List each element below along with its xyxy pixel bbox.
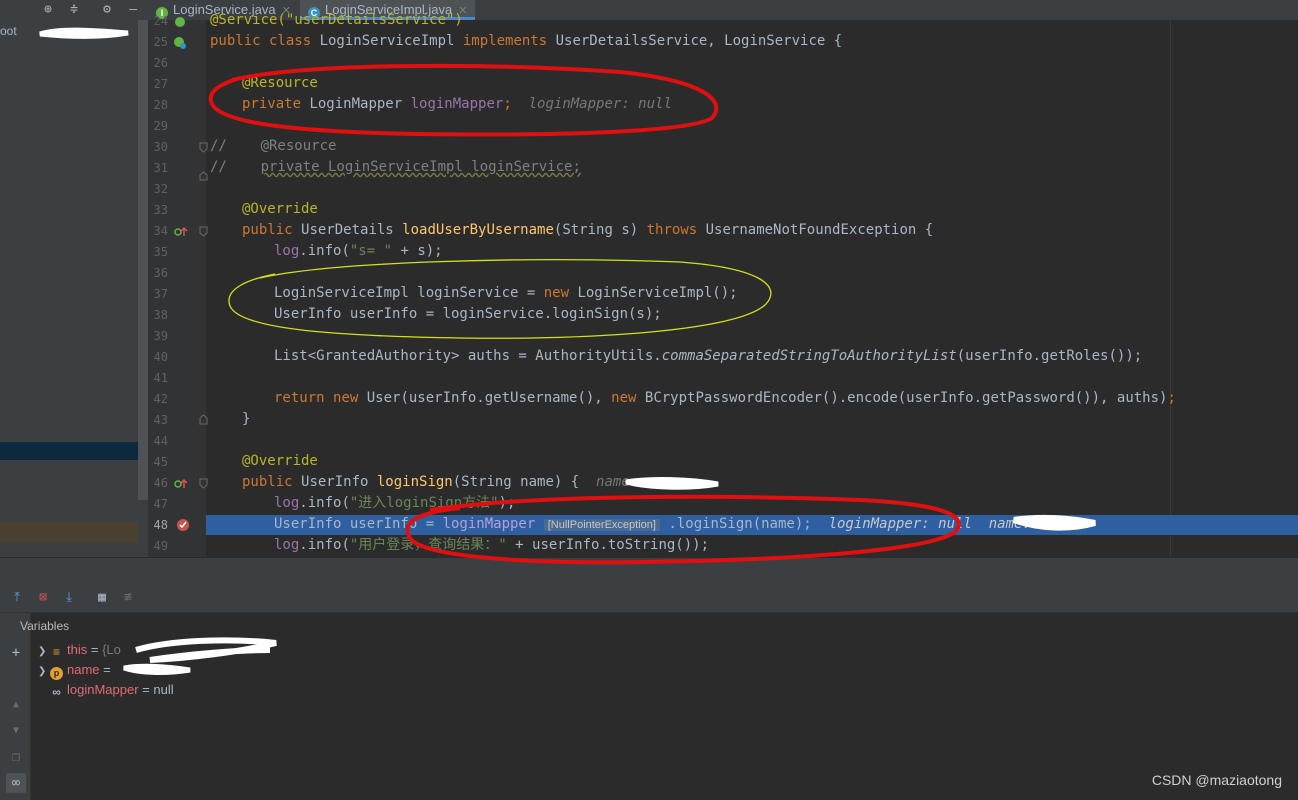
collapse-all-icon[interactable]: ≑: [64, 0, 84, 20]
project-scrollbar-track: [138, 500, 148, 557]
inline-value-hint: loginMapper: null: [528, 96, 672, 112]
line-number: 35: [153, 245, 168, 259]
move-down-icon[interactable]: ▼: [6, 721, 26, 741]
evaluate-expression-icon[interactable]: ▦: [93, 589, 111, 607]
line-number: 34: [153, 224, 168, 238]
code-line-28: private LoginMapper loginMapper; loginMa…: [242, 96, 672, 112]
right-margin-guide: [1170, 20, 1171, 557]
line-number: 32: [153, 182, 168, 196]
watch-glasses-icon: ∞: [52, 685, 61, 699]
inline-value-hint: loginMapper: null: [828, 516, 972, 532]
line-number: 26: [153, 56, 168, 70]
project-toolbar: ⊕ ≑ ⚙ —: [0, 0, 148, 20]
line-number-current: 48: [153, 518, 168, 532]
expand-chevron-icon[interactable]: ❯: [38, 663, 50, 681]
line-number: 45: [153, 455, 168, 469]
line-number: 29: [153, 119, 168, 133]
line-number: 30: [153, 140, 168, 154]
variable-row-this[interactable]: ❯ ≡ this = {Lo: [38, 641, 121, 659]
parameter-icon: p: [50, 667, 63, 680]
code-line-40: List<GrantedAuthority> auths = Authority…: [274, 348, 1143, 364]
trace-icon[interactable]: ≢: [119, 589, 137, 607]
glasses-icon[interactable]: ∞: [6, 773, 26, 793]
code-line-46: public UserInfo loginSign(String name) {…: [242, 474, 647, 490]
line-number: 41: [153, 371, 168, 385]
expand-chevron-icon[interactable]: ❯: [38, 643, 50, 661]
line-number: 38: [153, 308, 168, 322]
code-line-35: log.info("s= " + s);: [274, 243, 443, 259]
gear-icon[interactable]: ⚙: [97, 0, 117, 20]
code-line-25: public class LoginServiceImpl implements…: [210, 33, 843, 49]
code-line-37: LoginServiceImpl loginService = new Logi…: [274, 285, 738, 301]
line-number: 31: [153, 161, 168, 175]
breakpoint-icon[interactable]: [176, 518, 190, 532]
exception-hint-badge: [NullPointerException]: [543, 519, 660, 531]
inline-value-hint: name:: [596, 474, 647, 490]
code-line-43: }: [242, 411, 251, 427]
code-line-30: // @Resource: [210, 138, 337, 154]
run-to-cursor-icon[interactable]: ⤓: [60, 589, 78, 607]
line-number: 36: [153, 266, 168, 280]
locate-icon[interactable]: ⊕: [38, 0, 58, 20]
line-number: 44: [153, 434, 168, 448]
project-row[interactable]: [0, 522, 146, 542]
line-number: 27: [153, 77, 168, 91]
line-number: 42: [153, 392, 168, 406]
inline-value-hint: name:: [988, 516, 1040, 532]
code-line-45: @Override: [242, 453, 318, 469]
fold-icon[interactable]: [199, 414, 209, 426]
line-number: 47: [153, 497, 168, 511]
variable-row-name[interactable]: ❯ p name =: [38, 661, 111, 681]
line-number: 24: [153, 14, 168, 28]
variable-row-loginmapper[interactable]: ∞ loginMapper = null: [38, 681, 173, 699]
line-number: 28: [153, 98, 168, 112]
project-selected-row[interactable]: [0, 442, 146, 460]
code-line-34: public UserDetails loadUserByUsername(St…: [242, 222, 934, 238]
drop-frame-icon[interactable]: ⊠: [34, 589, 52, 607]
code-line-33: @Override: [242, 201, 318, 217]
line-number: 39: [153, 329, 168, 343]
code-line-38: UserInfo userInfo = loginService.loginSi…: [274, 306, 662, 322]
fold-icon[interactable]: [199, 478, 209, 490]
line-number: 37: [153, 287, 168, 301]
project-root-label[interactable]: oot: [0, 24, 17, 38]
line-number: 33: [153, 203, 168, 217]
move-up-icon[interactable]: ▲: [6, 695, 26, 715]
variables-title: Variables: [20, 619, 70, 633]
watermark: CSDN @maziaotong: [1151, 772, 1282, 788]
code-line-42: return new User(userInfo.getUsername(), …: [274, 390, 1176, 406]
duplicate-icon[interactable]: ❐: [6, 747, 26, 767]
line-number: 25: [153, 35, 168, 49]
debug-toolbar: ⤒ ⊠ ⤓ ▦ ≢: [0, 585, 1298, 613]
fold-icon[interactable]: [199, 141, 209, 181]
object-icon: ≡: [52, 645, 60, 659]
minimize-icon[interactable]: —: [123, 0, 143, 20]
debug-side-toolbar: + ▲ ▼ ❐ ∞: [0, 613, 31, 800]
code-line-27: @Resource: [242, 75, 318, 91]
line-number: 49: [153, 539, 168, 553]
add-watch-icon[interactable]: +: [6, 643, 26, 663]
debug-header-bar: [0, 557, 1298, 585]
variables-panel[interactable]: [31, 613, 1298, 800]
implements-icon[interactable]: [174, 478, 188, 490]
code-line-47: log.info("进入loginSign方法");: [274, 495, 516, 511]
code-line-49: log.info("用户登录，查询结果：" + userInfo.toStrin…: [274, 537, 710, 553]
code-line-24: @Service("userDetailsService"): [210, 12, 463, 28]
project-panel: [0, 20, 138, 557]
step-out-icon[interactable]: ⤒: [8, 589, 26, 607]
bean-icon[interactable]: [173, 36, 187, 50]
code-line-48: UserInfo userInfo = loginMapper [NullPoi…: [274, 516, 1040, 532]
code-line-31: // private LoginServiceImpl loginService…: [210, 159, 581, 175]
bean-icon[interactable]: [173, 15, 187, 29]
project-scrollbar[interactable]: [138, 20, 148, 500]
line-number: 46: [153, 476, 168, 490]
line-number: 43: [153, 413, 168, 427]
line-number: 40: [153, 350, 168, 364]
implements-icon[interactable]: [174, 226, 188, 238]
fold-icon[interactable]: [199, 226, 209, 238]
